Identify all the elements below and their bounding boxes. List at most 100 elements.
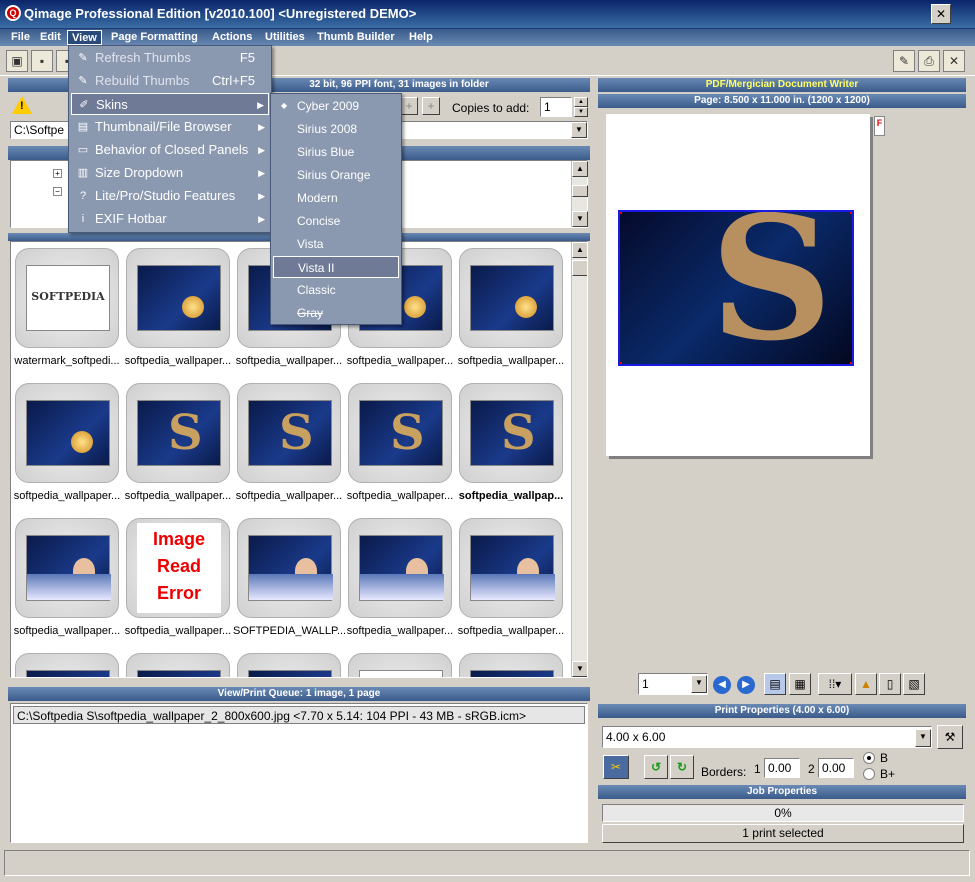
- thumbnail-label[interactable]: watermark_softpedi...: [11, 355, 123, 367]
- crop-handle[interactable]: [850, 212, 852, 214]
- thumbnail-label[interactable]: softpedia_wallpaper...: [233, 355, 345, 367]
- chevron-down-icon[interactable]: ▼: [915, 729, 931, 747]
- queue-item[interactable]: C:\Softpedia S\softpedia_wallpaper_2_800…: [13, 706, 585, 724]
- edit-print-button[interactable]: ✎: [893, 50, 915, 72]
- tree-scrollbar[interactable]: ▲ ▼: [571, 161, 588, 227]
- radio-bplus[interactable]: [863, 768, 875, 780]
- scroll-up-icon[interactable]: ▲: [572, 242, 587, 258]
- single-page-view-button[interactable]: ▤: [764, 673, 786, 695]
- thumbnail[interactable]: [15, 653, 119, 677]
- skin-option-1[interactable]: Sirius 2008: [273, 118, 399, 140]
- thumbnail-label[interactable]: softpedia_wallpaper...: [11, 625, 123, 637]
- scroll-thumb[interactable]: [572, 185, 588, 197]
- print-queue[interactable]: C:\Softpedia S\softpedia_wallpaper_2_800…: [10, 703, 588, 843]
- list-view-button[interactable]: ▦: [789, 673, 811, 695]
- page-marker[interactable]: F: [874, 116, 885, 136]
- title-bar[interactable]: Q Qimage Professional Edition [v2010.100…: [0, 0, 975, 29]
- thumbnail[interactable]: [15, 383, 119, 483]
- open-folder-button[interactable]: ▣: [6, 50, 28, 72]
- view-menu-item-7[interactable]: i EXIF Hotbar ▶: [71, 208, 269, 230]
- chevron-down-icon[interactable]: ▼: [571, 122, 587, 138]
- menu-thumb-builder[interactable]: Thumb Builder: [313, 30, 399, 45]
- crop-tool-button[interactable]: ✂: [603, 755, 629, 779]
- thumbnail-label[interactable]: SOFTPEDIA_WALLP...: [233, 625, 345, 637]
- skin-option-2[interactable]: Sirius Blue: [273, 141, 399, 163]
- crop-handle[interactable]: [620, 212, 622, 214]
- view-menu-item-1[interactable]: ✎ Rebuild Thumbs Ctrl+F5: [71, 70, 269, 92]
- view-menu-item-5[interactable]: ▥ Size Dropdown ▶: [71, 162, 269, 184]
- lock-button[interactable]: ▲: [855, 673, 877, 695]
- thumbnail-label[interactable]: softpedia_wallpaper...: [344, 355, 456, 367]
- skin-option-7[interactable]: Vista II: [273, 256, 399, 278]
- thumbnail-label[interactable]: softpedia_wallpaper...: [122, 355, 234, 367]
- thumbnail[interactable]: [237, 518, 341, 618]
- border2-input[interactable]: 0.00: [818, 758, 854, 778]
- thumb-scrollbar[interactable]: ▲ ▼: [571, 242, 587, 677]
- page-preview[interactable]: S: [606, 114, 870, 456]
- tree-expand-icon[interactable]: +: [53, 169, 62, 178]
- scroll-thumb[interactable]: [572, 260, 587, 276]
- print-size-dropdown[interactable]: 4.00 x 6.00 ▼: [602, 726, 932, 748]
- rotate-left-button[interactable]: ↺: [644, 755, 668, 779]
- thumbnail-label[interactable]: softpedia_wallpaper...: [344, 625, 456, 637]
- add-button[interactable]: +: [400, 97, 418, 115]
- thumbnail[interactable]: [237, 653, 341, 677]
- thumbnail-label[interactable]: softpedia_wallpaper...: [233, 490, 345, 502]
- add-all-button[interactable]: +: [422, 97, 440, 115]
- rotate-right-button[interactable]: ↻: [670, 755, 694, 779]
- menu-view[interactable]: View: [67, 30, 102, 45]
- thumbnail[interactable]: [348, 653, 452, 677]
- skin-option-0[interactable]: ◆ Cyber 2009: [273, 95, 399, 117]
- close-button[interactable]: ✕: [931, 4, 951, 24]
- skin-option-6[interactable]: Vista: [273, 233, 399, 255]
- thumbnail-label[interactable]: softpedia_wallpaper...: [122, 625, 234, 637]
- thumbnail[interactable]: [15, 518, 119, 618]
- thumbnail[interactable]: [237, 383, 341, 483]
- scroll-up-icon[interactable]: ▲: [572, 161, 588, 177]
- thumbnail[interactable]: [126, 383, 230, 483]
- menu-utilities[interactable]: Utilities: [261, 30, 309, 45]
- thumbnail[interactable]: [459, 383, 563, 483]
- thumbnail[interactable]: [459, 518, 563, 618]
- view-menu-item-6[interactable]: ? Lite/Pro/Studio Features ▶: [71, 185, 269, 207]
- skin-option-3[interactable]: Sirius Orange: [273, 164, 399, 186]
- thumbnail-label[interactable]: softpedia_wallpap...: [455, 490, 567, 502]
- border1-input[interactable]: 0.00: [764, 758, 800, 778]
- printer-name[interactable]: PDF/Mergician Document Writer: [598, 78, 966, 92]
- thumbnail-label[interactable]: softpedia_wallpaper...: [344, 490, 456, 502]
- tools-button[interactable]: ⚒: [937, 725, 963, 749]
- page-number-dropdown[interactable]: 1 ▼: [638, 673, 708, 695]
- crop-handle[interactable]: [850, 362, 852, 364]
- radio-b[interactable]: [863, 752, 875, 764]
- thumbnail[interactable]: [126, 248, 230, 348]
- prev-page-button[interactable]: ◀: [713, 676, 731, 694]
- crop-handle[interactable]: [620, 362, 622, 364]
- preview-area[interactable]: S F: [598, 110, 966, 668]
- menu-actions[interactable]: Actions: [208, 30, 256, 45]
- skin-option-4[interactable]: Modern: [273, 187, 399, 209]
- menu-edit[interactable]: Edit: [36, 30, 65, 45]
- menu-page-formatting[interactable]: Page Formatting: [107, 30, 202, 45]
- print-selected-status[interactable]: 1 print selected: [602, 824, 964, 843]
- thumbnail[interactable]: SOFTPEDIA: [15, 248, 119, 348]
- new-page-button[interactable]: ▯: [879, 673, 901, 695]
- view-menu-item-4[interactable]: ▭ Behavior of Closed Panels ▶: [71, 139, 269, 161]
- app-icon[interactable]: Q: [5, 5, 21, 21]
- view-menu-item-0[interactable]: ✎ Refresh Thumbs F5: [71, 47, 269, 69]
- thumbnail[interactable]: [348, 518, 452, 618]
- thumbnail[interactable]: [126, 653, 230, 677]
- thumbnail-label[interactable]: softpedia_wallpaper...: [11, 490, 123, 502]
- chevron-down-icon[interactable]: ▼: [691, 675, 707, 693]
- placed-image[interactable]: S: [618, 210, 854, 366]
- tree-collapse-icon[interactable]: −: [53, 187, 62, 196]
- thumbnail[interactable]: [348, 383, 452, 483]
- view-menu-item-2[interactable]: ✐ Skins ▶: [71, 93, 269, 115]
- skin-option-5[interactable]: Concise: [273, 210, 399, 232]
- thumbnail-label[interactable]: softpedia_wallpaper...: [455, 625, 567, 637]
- thumbnail[interactable]: Image Read Error: [126, 518, 230, 618]
- menu-file[interactable]: File: [7, 30, 34, 45]
- grid-layout-button[interactable]: ⁞⁞▾: [818, 673, 852, 695]
- cancel-print-button[interactable]: ✕: [943, 50, 965, 72]
- copies-input[interactable]: 1: [540, 97, 572, 117]
- thumbnail-label[interactable]: softpedia_wallpaper...: [122, 490, 234, 502]
